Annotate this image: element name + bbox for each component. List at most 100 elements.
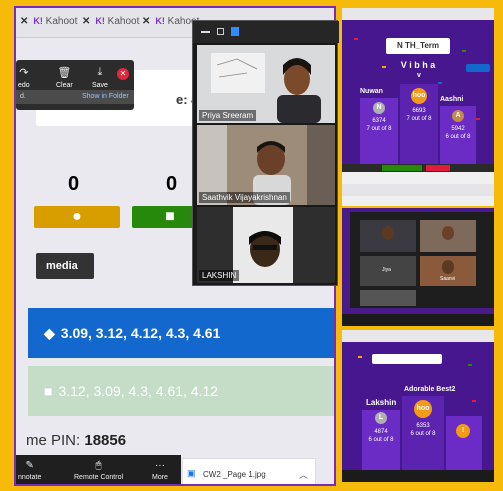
circle-icon: ● <box>72 208 82 225</box>
gallery-view: Jiya Saanvi <box>350 212 494 308</box>
green-answer-count: 0 <box>166 173 178 195</box>
winner-name: v <box>417 72 421 79</box>
score-value: 5942 <box>451 126 465 132</box>
podium-screenshot: N TH_Term V i b h a v hoo 6693 7 out of 8… <box>342 8 494 164</box>
option-text: 3.09, 3.12, 4.12, 4.3, 4.61 <box>60 325 221 341</box>
download-icon: ⤓ <box>97 66 103 78</box>
kahoot-logo-icon: K! <box>155 16 165 26</box>
third-place-name: Aashni <box>440 96 464 103</box>
pencil-icon: ✎ <box>25 460 34 471</box>
close-icon[interactable]: ✕ <box>142 16 150 27</box>
clear-button[interactable]: 🗑 Clear <box>56 66 73 89</box>
first-place-avatar: hoo <box>411 88 427 104</box>
remote-control-button[interactable]: 🖱 Remote Control <box>74 460 123 481</box>
speaker-view-icon[interactable] <box>217 28 224 35</box>
stop-indicator <box>426 165 450 171</box>
zoom-gallery-screenshot: Jiya Saanvi <box>342 208 494 326</box>
close-icon[interactable]: ✕ <box>82 16 90 27</box>
redo-label: edo <box>18 82 30 89</box>
participant-name: LAKSHIN <box>199 270 240 281</box>
chevron-up-icon[interactable]: ︿ <box>299 468 308 481</box>
first-place-score: 6353 6 out of 8 <box>402 422 444 438</box>
correct-count: 6 out of 8 <box>368 437 394 443</box>
second-place-avatar: L <box>375 412 387 424</box>
game-pin-value: 18856 <box>84 432 127 449</box>
minimize-icon[interactable] <box>201 31 210 33</box>
browser-tab[interactable]: ✕ K! Kahoot <box>142 16 199 27</box>
podium-subtitle: V i b h a <box>400 60 436 70</box>
correct-count: 6 out of 8 <box>410 431 436 437</box>
download-item[interactable]: ▣ CW2 _Page 1.jpg ︿ <box>182 458 316 484</box>
gallery-tile: Jiya <box>360 256 416 286</box>
gallery-tile <box>360 220 416 252</box>
yellow-answer-bar: ● <box>34 206 120 228</box>
save-button[interactable]: ⤓ Save <box>92 66 108 89</box>
annotate-button[interactable]: ✎ nnotate <box>18 460 41 481</box>
game-pin: me PIN: 18856 <box>26 432 126 449</box>
second-place-avatar: N <box>373 102 385 114</box>
browser-tab[interactable]: ✕ K! Kahoot <box>82 16 139 27</box>
square-icon: ■ <box>44 383 53 399</box>
score-value: 6693 <box>412 108 426 114</box>
video-tile: Priya Sreeram <box>197 45 335 123</box>
second-place-name: Nuwan <box>360 88 383 95</box>
participant-name: Jiya <box>382 267 391 273</box>
answer-option-1: ◆ 3.09, 3.12, 4.12, 4.3, 4.61 <box>28 308 334 358</box>
second-place-name: Lakshin <box>366 398 397 407</box>
save-label: Save <box>92 82 108 89</box>
download-notice: d. Show in Folder <box>16 90 134 104</box>
redo-button[interactable]: ↷ edo <box>18 66 30 89</box>
trash-icon: 🗑 <box>57 67 72 79</box>
gallery-view-icon[interactable] <box>231 27 239 36</box>
podium-screenshot: Adorable Best2 hoo 6353 6 out of 8 Lakshi… <box>342 330 494 482</box>
diamond-icon: ◆ <box>44 325 55 341</box>
title-box <box>372 354 442 364</box>
gallery-tile: Saanvi <box>420 256 476 286</box>
third-place-avatar: ! <box>456 424 470 438</box>
close-icon[interactable]: ✕ <box>117 68 129 80</box>
podium-title: N TH_Term <box>396 41 440 50</box>
video-panel-header <box>193 21 339 43</box>
meeting-toolbar: ✎ nnotate 🖱 Remote Control ··· More <box>16 455 181 484</box>
recording-indicator <box>382 165 422 171</box>
winner-name: Adorable Best2 <box>404 386 456 393</box>
more-label: More <box>152 474 168 481</box>
first-place-avatar: hoo <box>414 400 432 418</box>
participant-name: Saathvik Vijayakrishnan <box>199 192 290 203</box>
download-filename: CW2 _Page 1.jpg <box>203 470 266 479</box>
yellow-answer-count: 0 <box>68 173 80 195</box>
browser-strip-screenshot <box>342 164 494 206</box>
gallery-tile <box>360 290 416 306</box>
more-icon: ··· <box>154 460 165 471</box>
score-value: 6374 <box>372 118 386 124</box>
tab-strip <box>342 184 494 196</box>
show-in-folder-link[interactable]: Show in Folder <box>82 93 129 100</box>
tab-label: Kahoot <box>45 16 78 27</box>
more-button[interactable]: ··· More <box>152 460 168 481</box>
score-value: 6353 <box>416 423 430 429</box>
kahoot-logo-icon: K! <box>95 16 105 26</box>
game-pin-label: me PIN: <box>26 432 81 449</box>
browser-address-bar <box>342 8 494 20</box>
media-button[interactable]: media <box>36 253 94 279</box>
next-button[interactable] <box>466 64 490 72</box>
remote-control-label: Remote Control <box>74 474 124 481</box>
answer-option-2: ■ 3.12, 3.09, 4.3, 4.61, 4.12 <box>28 366 334 416</box>
meeting-toolbar <box>342 314 494 326</box>
correct-count: 7 out of 8 <box>406 116 432 122</box>
tab-label: Kahoot <box>107 16 140 27</box>
meeting-toolbar <box>342 470 494 482</box>
participant-name: Priya Sreeram <box>199 110 257 121</box>
kahoot-logo-icon: K! <box>33 16 43 26</box>
second-place-score: 6374 7 out of 8 <box>360 117 398 133</box>
image-file-icon: ▣ <box>187 468 196 478</box>
square-icon: ■ <box>165 208 175 225</box>
participant-name: Saanvi <box>440 276 456 282</box>
close-icon[interactable]: ✕ <box>20 16 28 27</box>
browser-tab[interactable]: ✕ K! Kahoot <box>20 16 77 27</box>
video-tile: Saathvik Vijayakrishnan <box>197 125 335 205</box>
redo-icon: ↷ <box>19 67 29 79</box>
correct-count: 7 out of 8 <box>366 126 392 132</box>
third-place-score: 5942 6 out of 8 <box>440 125 476 141</box>
third-place-avatar: A <box>452 110 464 122</box>
